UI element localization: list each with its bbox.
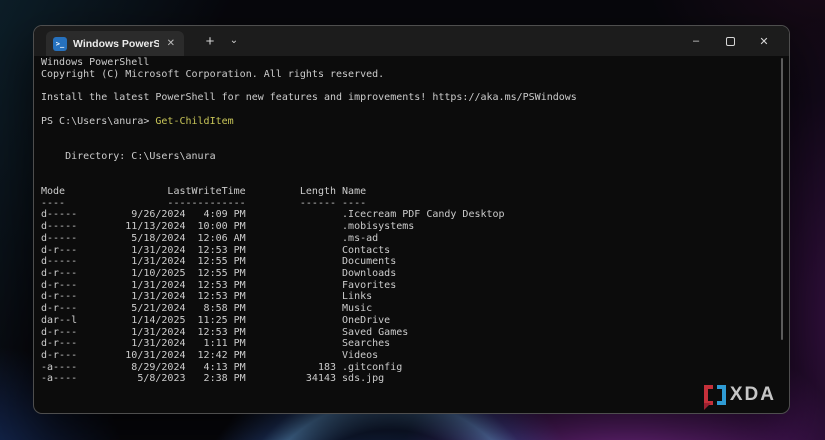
xda-watermark: XDA <box>703 384 776 410</box>
new-tab-button[interactable]: + <box>198 31 222 53</box>
minimize-icon: – <box>692 35 700 47</box>
terminal-line: d----- 9/26/2024 4:09 PM .Icecream PDF C… <box>41 209 505 221</box>
maximize-button[interactable] <box>713 26 747 56</box>
terminal-line: Mode LastWriteTime Length Name <box>41 185 367 197</box>
xda-watermark-text: XDA <box>729 384 776 405</box>
xda-right-bracket-icon <box>716 385 726 405</box>
minimize-button[interactable]: – <box>679 26 713 56</box>
tab-windows-powershell[interactable]: >_ Windows PowerShell ✕ <box>46 31 184 56</box>
terminal-line: ---- ------------- ------ ---- <box>41 197 367 209</box>
terminal-line: d-r--- 1/31/2024 12:53 PM Links <box>41 291 373 303</box>
terminal-line: d-r--- 5/21/2024 8:58 PM Music <box>41 303 373 315</box>
prompt-line: PS C:\Users\anura> Get-ChildItem <box>41 115 234 127</box>
terminal-line: -a---- 8/29/2024 4:13 PM 183 .gitconfig <box>41 361 403 373</box>
terminal-line: d----- 1/31/2024 12:55 PM Documents <box>41 256 397 268</box>
terminal-line: d-r--- 10/31/2024 12:42 PM Videos <box>41 349 379 361</box>
terminal-line: d-r--- 1/31/2024 12:53 PM Saved Games <box>41 326 409 338</box>
terminal-line: dar--l 1/14/2025 11:25 PM OneDrive <box>41 314 391 326</box>
tab-close-icon[interactable]: ✕ <box>165 31 177 56</box>
maximize-icon <box>725 36 735 46</box>
terminal-line: -a---- 5/8/2023 2:38 PM 34143 sds.jpg <box>41 373 385 385</box>
powershell-icon: >_ <box>53 36 67 51</box>
tab-dropdown-button[interactable]: ⌄ <box>223 31 245 53</box>
tab-title: Windows PowerShell <box>73 37 159 50</box>
terminal-line: Install the latest PowerShell for new fe… <box>41 92 577 104</box>
close-icon: ✕ <box>759 35 769 48</box>
terminal-line: Windows PowerShell <box>41 57 150 68</box>
terminal-line: d-r--- 1/10/2025 12:55 PM Downloads <box>41 267 397 279</box>
terminal-output[interactable]: Windows PowerShell Copyright (C) Microso… <box>41 57 777 409</box>
terminal-line: d-r--- 1/31/2024 1:11 PM Searches <box>41 338 391 350</box>
terminal-line: Copyright (C) Microsoft Corporation. All… <box>41 68 385 80</box>
terminal-line: d----- 11/13/2024 10:00 PM .mobisystems <box>41 221 415 233</box>
terminal-line: d----- 5/18/2024 12:06 AM .ms-ad <box>41 232 379 244</box>
scrollbar-thumb[interactable] <box>781 58 783 340</box>
window-controls: – ✕ <box>679 26 781 56</box>
close-button[interactable]: ✕ <box>747 26 781 56</box>
terminal-line: d-r--- 1/31/2024 12:53 PM Favorites <box>41 279 397 291</box>
terminal-line: Directory: C:\Users\anura <box>41 150 216 162</box>
desktop-wallpaper: >_ Windows PowerShell ✕ + ⌄ – ✕ Windows … <box>0 0 825 440</box>
title-bar[interactable]: >_ Windows PowerShell ✕ + ⌄ – ✕ <box>34 26 789 56</box>
terminal-line: d-r--- 1/31/2024 12:53 PM Contacts <box>41 244 391 256</box>
terminal-window: >_ Windows PowerShell ✕ + ⌄ – ✕ Windows … <box>33 25 790 414</box>
xda-left-bracket-icon <box>703 385 713 410</box>
typed-command: Get-ChildItem <box>155 115 234 127</box>
